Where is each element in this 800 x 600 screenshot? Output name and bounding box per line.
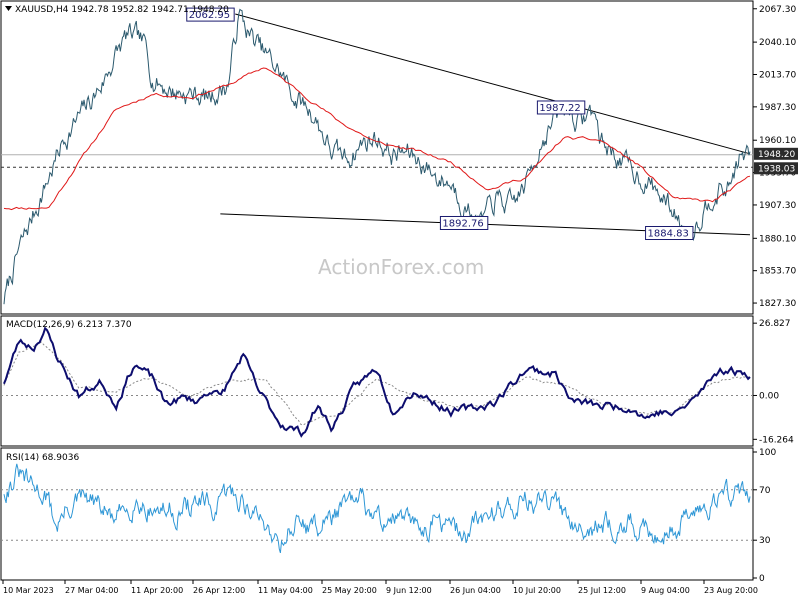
x-tick-label: 25 May 20:00 — [322, 586, 377, 595]
chart-canvas: ActionForex.com 2062.951987.221892.76188… — [0, 0, 798, 595]
x-tick-label: 10 Mar 2023 — [3, 586, 54, 595]
price-annotation-label: 1892.76 — [442, 218, 483, 229]
rsi-panel-frame — [0, 447, 754, 581]
price-y-tick-label: 1907.30 — [759, 201, 796, 211]
rsi-y-tick-label: 100 — [759, 448, 776, 458]
macd-y-tick-label: 26.827 — [759, 319, 791, 329]
x-tick-label: 10 Jul 20:00 — [513, 586, 561, 595]
x-tick-label: 9 Jun 12:00 — [386, 586, 432, 595]
price-y-tick-label: 1987.30 — [759, 103, 796, 113]
macd-panel-frame — [0, 315, 754, 447]
x-tick-label: 11 May 04:00 — [258, 586, 313, 595]
macd-panel-title: MACD(12,26,9) 6.213 7.370 — [6, 320, 132, 330]
x-tick-label: 11 Apr 20:00 — [131, 586, 183, 595]
rsi-y-tick-label: 0 — [759, 574, 765, 584]
price-y-tick-label: 2067.30 — [759, 5, 796, 15]
price-y-tick-label: 1827.30 — [759, 299, 796, 309]
watermark: ActionForex.com — [318, 255, 484, 279]
rsi-y-tick-label: 70 — [759, 486, 771, 496]
price-y-tick-label: 2013.70 — [759, 70, 796, 80]
rsi-y-tick-label: 30 — [759, 536, 771, 546]
macd-y-tick-label: -16.264 — [759, 435, 794, 445]
price-annotation-label: 1987.22 — [539, 103, 580, 114]
x-tick-label: 27 Mar 04:00 — [65, 586, 118, 595]
x-tick-label: 23 Aug 20:00 — [704, 586, 758, 595]
macd-y-tick-label: 0.00 — [759, 391, 779, 401]
price-y-tick-label: 2040.10 — [759, 38, 796, 48]
current-price-tag-label: 1948.20 — [758, 150, 795, 160]
price-panel-title: XAUUSD,H4 1942.78 1952.82 1942.71 1948.2… — [15, 5, 229, 15]
price-y-tick-label: 1960.10 — [759, 136, 796, 146]
x-tick-label: 26 Apr 12:00 — [193, 586, 245, 595]
rsi-panel-title: RSI(14) 68.9036 — [6, 453, 79, 463]
x-tick-label: 25 Jul 12:00 — [578, 586, 626, 595]
price-y-tick-label: 1853.70 — [759, 267, 796, 277]
current-price-tag-label: 1938.03 — [758, 164, 795, 174]
price-annotation-label: 1884.83 — [648, 229, 689, 240]
x-tick-label: 26 Jun 04:00 — [450, 586, 501, 595]
price-y-tick-label: 1880.10 — [759, 234, 796, 244]
x-tick-label: 9 Aug 04:00 — [641, 586, 690, 595]
